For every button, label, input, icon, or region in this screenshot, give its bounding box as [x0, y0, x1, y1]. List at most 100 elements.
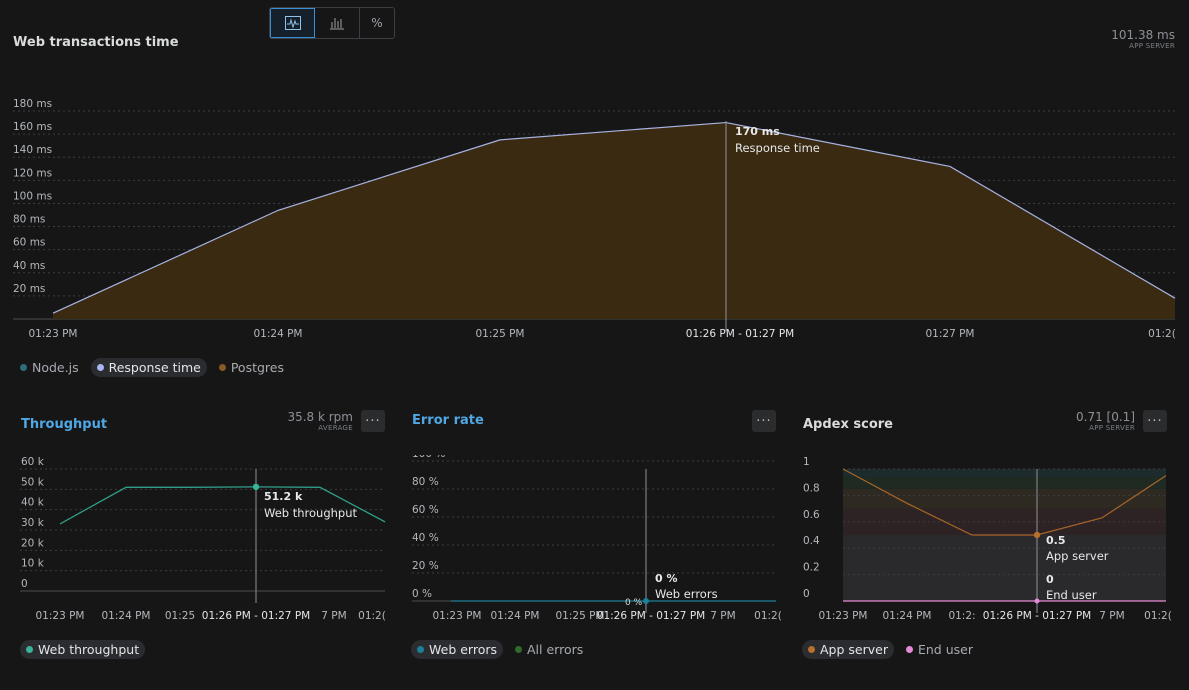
- apdex-chart[interactable]: 0 0.2 0.4 0.6 0.8 1 01:23 PM 01:24 PM 01:2: 01:2…: [790, 455, 1189, 630]
- y-tick-label: 40 k: [21, 497, 45, 509]
- legend-item-nodejs[interactable]: Node.js: [14, 358, 85, 377]
- legend-dot: [905, 646, 913, 653]
- tooltip-label: Web throughput: [264, 506, 358, 520]
- legend-item-response-time[interactable]: Response time: [90, 358, 207, 377]
- y-tick-label: 140 ms: [13, 144, 52, 156]
- x-tick-label: 01:24 PM: [102, 610, 151, 622]
- x-tick-label: 01:26 PM - 01:27 PM: [983, 610, 1091, 622]
- y-tick-label: 50 k: [21, 476, 45, 488]
- throughput-chart[interactable]: 0 10 k 20 k 30 k 40 k 50 k 60 k 01:23 PM 01:24 …: [0, 455, 395, 630]
- app-server-point: [1033, 531, 1041, 539]
- tooltip-value: 170 ms: [735, 125, 780, 138]
- tooltip-value: 0 %: [655, 572, 678, 585]
- x-tick-label: 01:2:: [948, 610, 975, 622]
- y-tick-label: 0.2: [803, 562, 820, 574]
- legend-dot: [417, 646, 424, 653]
- legend-item-all-errors[interactable]: All errors: [509, 640, 589, 659]
- tooltip-value: 51.2 k: [264, 490, 303, 503]
- x-tick-label: 01:23 PM: [29, 328, 78, 340]
- throughput-legend: Web throughput: [20, 640, 146, 659]
- legend-label: End user: [917, 642, 973, 657]
- error-rate-title[interactable]: Error rate: [412, 413, 484, 428]
- bar-chart-icon[interactable]: [315, 8, 360, 38]
- y-tick-label: 0.8: [803, 482, 820, 494]
- y-tick-label: 30 k: [21, 517, 45, 529]
- y-tick-label: 60 %: [412, 504, 439, 516]
- y-tick-label: 60 k: [21, 456, 45, 468]
- y-tick-label: 0.4: [803, 535, 820, 547]
- x-tick-label: 01:23 PM: [36, 610, 85, 622]
- x-tick-label: 01:2(: [1148, 328, 1176, 340]
- area-chart-icon[interactable]: [270, 8, 315, 38]
- x-tick-label: 01:24 PM: [254, 328, 303, 340]
- legend-dot: [26, 646, 33, 653]
- legend-label: Postgres: [230, 360, 284, 375]
- y-tick-label: 180 ms: [13, 98, 52, 110]
- x-tick-label: 01:25: [165, 610, 195, 622]
- summary: 101.38 ms APP SERVER: [1111, 28, 1175, 50]
- legend-label: Response time: [108, 360, 201, 375]
- legend-item-end-user[interactable]: End user: [900, 640, 979, 659]
- throughput-point: [252, 483, 260, 491]
- tooltip-label: Web errors: [655, 587, 718, 601]
- apdex-summary: 0.71 [0.1] APP SERVER: [1040, 410, 1135, 432]
- throughput-title[interactable]: Throughput: [21, 417, 107, 432]
- legend-label: Web throughput: [38, 642, 140, 657]
- x-tick-label: 01:24 PM: [491, 610, 540, 622]
- throughput-summary: 35.8 k rpm AVERAGE: [250, 410, 353, 432]
- apdex-band: [843, 476, 1166, 489]
- x-tick-label: 01:2(: [754, 610, 782, 622]
- legend-item-web-throughput[interactable]: Web throughput: [20, 640, 146, 659]
- legend-dot: [96, 364, 104, 371]
- response-time-area: [53, 122, 1175, 319]
- response-time-chart[interactable]: 20 ms 40 ms 60 ms 80 ms 100 ms 120 ms 140 ms 16…: [0, 95, 1189, 345]
- percent-toggle[interactable]: %: [360, 8, 394, 38]
- point-label: 0 %: [625, 598, 643, 608]
- legend-item-app-server[interactable]: App server: [802, 640, 894, 659]
- summary-value: 0.71 [0.1]: [1076, 410, 1135, 424]
- legend-label: App server: [820, 642, 888, 657]
- y-tick-label: 10 k: [21, 558, 45, 570]
- apdex-more-button[interactable]: ···: [1143, 410, 1167, 432]
- apdex-band: [843, 488, 1166, 509]
- error-rate-legend: Web errors All errors: [411, 640, 589, 659]
- apdex-legend: App server End user: [802, 640, 979, 659]
- y-tick-label: 100 ms: [13, 190, 52, 202]
- y-tick-label: 160 ms: [13, 121, 52, 133]
- error-rate-more-button[interactable]: ···: [752, 410, 776, 432]
- legend-item-postgres[interactable]: Postgres: [213, 358, 290, 377]
- summary-value: 101.38 ms: [1111, 28, 1175, 42]
- summary-value: 35.8 k rpm: [287, 410, 353, 424]
- y-tick-label: 1: [803, 456, 810, 468]
- y-tick-label: 20 k: [21, 537, 45, 549]
- x-tick-label: 7 PM: [710, 610, 735, 622]
- x-tick-label: 7 PM: [1099, 610, 1124, 622]
- legend-dot: [808, 646, 815, 653]
- chart-title: Web transactions time: [13, 35, 179, 50]
- tooltip-value: 0.5: [1046, 534, 1066, 547]
- tooltip2-label: End user: [1046, 588, 1097, 602]
- y-tick-label: 40 %: [412, 532, 439, 544]
- y-tick-label: 60 ms: [13, 237, 45, 249]
- y-tick-label: 0: [21, 578, 28, 590]
- y-tick-label: 20 %: [412, 560, 439, 572]
- y-tick-label: 80 ms: [13, 214, 45, 226]
- x-tick-label: 01:25 PM: [476, 328, 525, 340]
- legend-label: Node.js: [32, 360, 79, 375]
- legend-item-web-errors[interactable]: Web errors: [411, 640, 503, 659]
- legend-dot: [20, 364, 27, 371]
- y-tick-label: 120 ms: [13, 167, 52, 179]
- x-tick-label: 7 PM: [321, 610, 346, 622]
- tooltip-label: App server: [1046, 549, 1109, 563]
- y-tick-label: 0.6: [803, 509, 820, 521]
- apdex-band: [843, 535, 1166, 601]
- summary-label: APP SERVER: [1129, 42, 1175, 50]
- throughput-more-button[interactable]: ···: [361, 410, 385, 432]
- legend-dot: [218, 364, 226, 371]
- summary-label: AVERAGE: [318, 424, 353, 432]
- y-tick-label: 0 %: [412, 588, 432, 600]
- error-rate-chart[interactable]: 0 % 20 % 40 % 60 % 80 % 100 % 01:23 PM 01:24 P…: [395, 455, 790, 630]
- chart-type-toggle: %: [269, 7, 395, 39]
- end-user-point: [1034, 598, 1040, 604]
- y-tick-label: 0: [803, 588, 810, 600]
